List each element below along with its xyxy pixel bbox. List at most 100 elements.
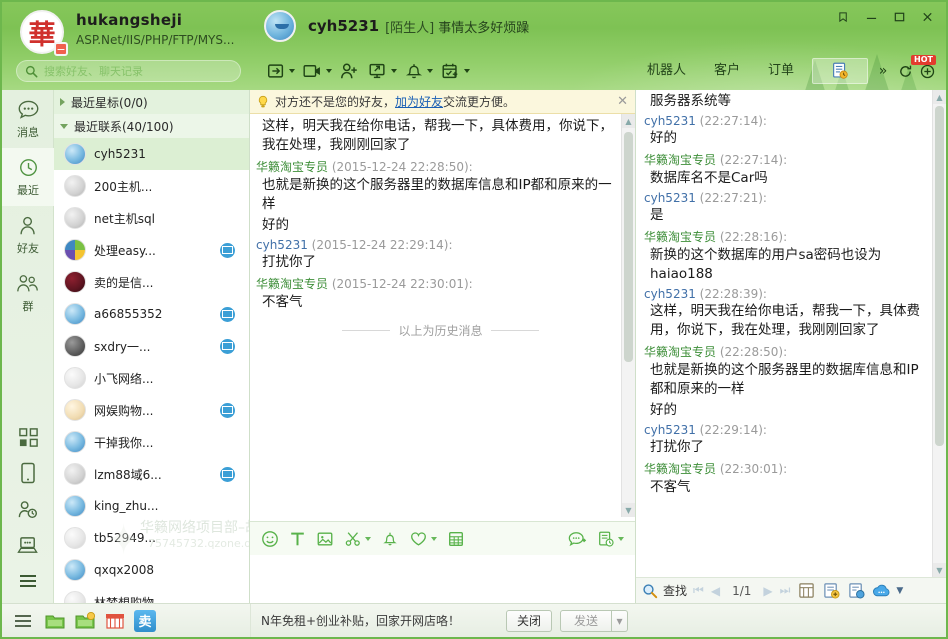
message-sender[interactable]: 华籁淘宝专员 xyxy=(256,277,328,291)
message-sender[interactable]: 华籁淘宝专员 xyxy=(256,160,328,174)
list-item[interactable]: qxqx2008 xyxy=(54,554,249,586)
add-plugin-button[interactable]: HOT xyxy=(911,55,938,83)
scroll-up-button[interactable]: ▲ xyxy=(933,90,946,104)
message-sender[interactable]: cyh5231 xyxy=(644,191,696,205)
list-item[interactable]: 干掉我你... xyxy=(54,426,249,458)
message-body[interactable]: 好的 xyxy=(644,401,932,420)
message-body[interactable]: 打扰你了 xyxy=(256,253,625,272)
list-item[interactable]: 卖的是信... xyxy=(54,266,249,298)
list-item[interactable]: 小飞网络... xyxy=(54,362,249,394)
transfer-chat-button[interactable] xyxy=(564,526,590,552)
list-item[interactable]: net主机sql xyxy=(54,202,249,234)
message-sender[interactable]: cyh5231 xyxy=(256,238,308,252)
unread-message-icon[interactable] xyxy=(220,338,235,354)
message-list[interactable]: 这样，明天我在给你电话，帮我一下，具体费用，你说下，我在处理，我刚刚回家了华籁淘… xyxy=(250,114,635,517)
message-body[interactable]: 这样，明天我在给你电话，帮我一下，具体费用，你说下，我在处理，我刚刚回家了 xyxy=(256,117,625,155)
chat-scrollbar[interactable]: ▲ ▼ xyxy=(621,114,635,517)
search-history-label[interactable]: 查找 xyxy=(663,582,687,599)
gift-button[interactable] xyxy=(406,526,440,552)
add-friend-link[interactable]: 加为好友 xyxy=(395,93,443,110)
scrollbar-thumb[interactable] xyxy=(935,106,944,446)
shake-window-button[interactable] xyxy=(402,57,435,85)
prev-page-button[interactable]: ◀ xyxy=(710,584,721,598)
close-ad-button[interactable]: 关闭 xyxy=(506,609,552,632)
chat-record-panel-button[interactable] xyxy=(812,58,868,84)
contact-list[interactable]: 最近星标(0/0) 最近联系(40/100) cyh5231 200主机... ne… xyxy=(54,90,250,603)
voice-call-button[interactable] xyxy=(264,57,297,85)
message-body[interactable]: 数据库名不是Car吗 xyxy=(644,169,932,188)
message-sender[interactable]: cyh5231 xyxy=(644,423,696,437)
chevron-down-icon[interactable]: ▼ xyxy=(896,586,903,596)
maximize-button[interactable] xyxy=(886,6,912,28)
desktop-chat-icon[interactable] xyxy=(2,527,54,563)
message-sender[interactable]: 华籁淘宝专员 xyxy=(644,345,716,359)
message-input[interactable] xyxy=(250,555,635,603)
qq-album-icon[interactable] xyxy=(44,610,66,632)
recent-contact-icon[interactable] xyxy=(2,491,54,527)
message-sender[interactable]: 华籁淘宝专员 xyxy=(644,462,716,476)
unread-message-icon[interactable] xyxy=(220,466,235,482)
message-body[interactable]: 也就是新换的这个服务器里的数据库信息和IP都和原来的一样 xyxy=(644,361,932,399)
message-body[interactable]: 好的 xyxy=(256,216,625,235)
qq-album-star-icon[interactable] xyxy=(74,610,96,632)
close-button[interactable] xyxy=(914,6,940,28)
message-sender[interactable]: cyh5231 xyxy=(644,287,696,301)
list-item[interactable]: lzm88域6... xyxy=(54,458,249,490)
list-item[interactable]: king_zhu... xyxy=(54,490,249,522)
sidebar-item-groups[interactable]: 群 xyxy=(2,264,54,322)
minimize-button[interactable] xyxy=(858,6,884,28)
scroll-up-button[interactable]: ▲ xyxy=(622,114,635,128)
sidebar-item-friends[interactable]: 好友 xyxy=(2,206,54,264)
list-item[interactable]: 网娱购物... xyxy=(54,394,249,426)
list-item[interactable]: 林梦想购物 xyxy=(54,586,249,603)
message-body[interactable]: 不客气 xyxy=(644,478,932,497)
mobile-device-icon[interactable] xyxy=(2,455,54,491)
group-recent-contacts[interactable]: 最近联系(40/100) xyxy=(54,114,249,138)
remote-desktop-button[interactable] xyxy=(365,57,399,85)
tab-order[interactable]: 订单 xyxy=(754,58,808,84)
message-manager-icon[interactable] xyxy=(796,581,816,601)
status-badge[interactable]: − xyxy=(54,42,68,56)
unread-message-icon[interactable] xyxy=(220,402,235,418)
apps-grid-icon[interactable] xyxy=(2,419,54,455)
peer-avatar[interactable] xyxy=(264,10,296,42)
profile-signature[interactable]: ASP.Net/IIS/PHP/FTP/MYS... xyxy=(76,33,234,47)
history-message-list[interactable]: 服务器系统等 cyh5231 (22:27:14): 好的 华籁淘宝专员 (22:27… xyxy=(636,90,946,577)
message-sender[interactable]: 华籁淘宝专员 xyxy=(644,230,716,244)
scrollbar-thumb[interactable] xyxy=(624,132,633,362)
first-page-button[interactable]: ⏮ xyxy=(692,583,705,598)
pin-window-button[interactable] xyxy=(830,6,856,28)
message-body[interactable]: 服务器系统等 xyxy=(644,92,932,111)
list-item[interactable]: 200主机... xyxy=(54,170,249,202)
message-body[interactable]: 好的 xyxy=(644,129,932,148)
magnifier-icon[interactable] xyxy=(642,583,658,599)
main-menu-icon[interactable] xyxy=(10,608,36,634)
scroll-down-button[interactable]: ▼ xyxy=(622,503,635,517)
scroll-down-button[interactable]: ▼ xyxy=(933,563,946,577)
tab-customer[interactable]: 客户 xyxy=(700,58,754,84)
list-item[interactable]: cyh5231 xyxy=(54,138,249,170)
message-body[interactable]: 打扰你了 xyxy=(644,438,932,457)
sidebar-item-messages[interactable]: 消息 xyxy=(2,90,54,148)
font-style-button[interactable] xyxy=(286,526,309,552)
search-input[interactable]: 搜索好友、聊天记录 xyxy=(16,60,241,82)
profile-nickname[interactable]: hukangsheji xyxy=(76,11,182,29)
export-chat-icon[interactable] xyxy=(821,581,841,601)
code-snippet-button[interactable] xyxy=(444,526,468,552)
send-image-button[interactable] xyxy=(313,526,337,552)
qq-sell-icon[interactable]: 卖 xyxy=(134,609,156,632)
emoji-button[interactable] xyxy=(258,526,282,552)
message-body[interactable]: 不客气 xyxy=(256,293,625,312)
add-friend-button[interactable] xyxy=(337,57,362,85)
next-page-button[interactable]: ▶ xyxy=(762,584,773,598)
main-menu-icon[interactable] xyxy=(2,563,54,599)
message-body[interactable]: 这样，明天我在给你电话，帮我一下，具体费用，你说下，我在处理，我刚刚回家了 xyxy=(644,302,932,340)
sidebar-item-recent[interactable]: 最近 xyxy=(2,148,54,206)
ad-text[interactable]: N年免租+创业补贴，回家开网店咯！ xyxy=(261,612,498,629)
shake-button[interactable] xyxy=(378,526,402,552)
cloud-sync-icon[interactable] xyxy=(846,581,866,601)
unread-message-icon[interactable] xyxy=(220,242,235,258)
chat-history-button[interactable] xyxy=(594,526,627,552)
list-item[interactable]: a66855352 xyxy=(54,298,249,330)
unread-message-icon[interactable] xyxy=(220,306,235,322)
